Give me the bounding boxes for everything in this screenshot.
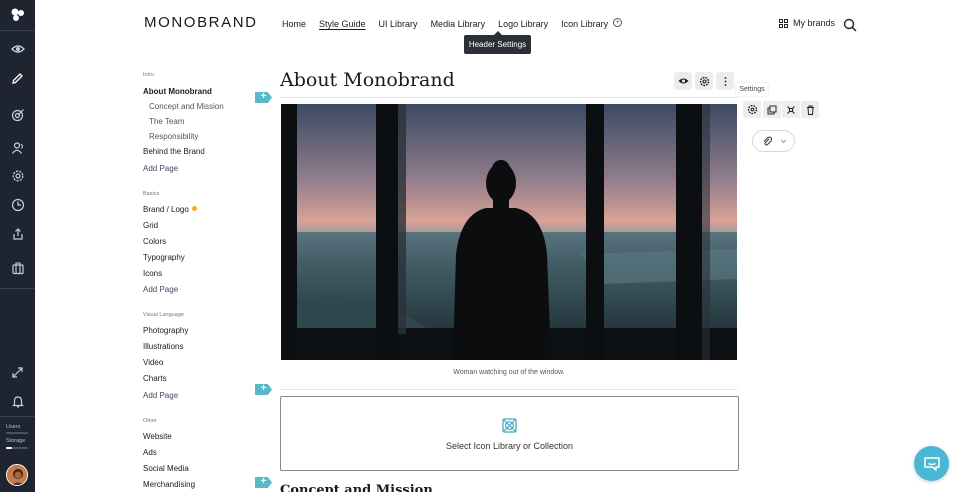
header-settings-tooltip: Header Settings [464, 31, 531, 54]
sidebar-item-icons[interactable]: Icons [143, 269, 162, 278]
sidebar-item-social-media[interactable]: Social Media [143, 464, 189, 473]
pencil-icon[interactable] [0, 67, 35, 89]
section-heading[interactable]: Concept and Mission [280, 483, 433, 492]
main-nav: Home Style Guide UI Library Media Librar… [282, 18, 622, 29]
more-options-button[interactable] [716, 72, 734, 90]
add-page-link[interactable]: Add Page [143, 285, 178, 294]
sidebar-item-typography[interactable]: Typography [143, 253, 185, 262]
section-title-other: Other [143, 418, 157, 424]
settings-tooltip: Settings [736, 83, 768, 96]
nav-home[interactable]: Home [282, 19, 306, 29]
icon-library-block[interactable]: Select Icon Library or Collection [280, 396, 739, 471]
nav-logo-library[interactable]: Logo Library [498, 19, 548, 29]
avatar[interactable] [6, 464, 28, 486]
storage-label: Storage [6, 438, 26, 444]
sidebar-item-brand-logo[interactable]: Brand / Logo [143, 205, 197, 214]
sidebar-item-charts[interactable]: Charts [143, 374, 167, 383]
page-title[interactable]: About Monobrand [280, 69, 455, 91]
sidebar-item-responsibility[interactable]: Responsibility [149, 132, 198, 141]
clock-icon[interactable] [0, 194, 35, 216]
chat-icon [923, 456, 940, 471]
chevron-down-icon [780, 139, 787, 143]
brand-logo-text[interactable]: MONOBRAND [144, 14, 258, 31]
rail-divider [0, 30, 35, 31]
copy-icon [767, 105, 777, 114]
gear-icon[interactable] [0, 165, 35, 187]
sidebar-item-about-monobrand[interactable]: About Monobrand [143, 87, 212, 96]
my-brands-label: My brands [793, 18, 836, 28]
move-button[interactable] [782, 101, 800, 118]
sidebar-item-photography[interactable]: Photography [143, 326, 188, 335]
sidebar-item-behind-the-brand[interactable]: Behind the Brand [143, 147, 205, 156]
sidebar-item-label: Brand / Logo [143, 205, 189, 214]
section-title-visual-language: Visual Language [143, 312, 184, 318]
search-icon[interactable] [843, 18, 857, 32]
add-block-button[interactable]: + [255, 477, 272, 488]
my-brands-button[interactable]: My brands [779, 18, 835, 28]
preview-button[interactable] [674, 72, 692, 90]
trash-icon [806, 105, 814, 115]
target-icon[interactable] [0, 104, 35, 126]
brand-logo-icon[interactable] [0, 4, 35, 26]
hero-image[interactable] [281, 104, 737, 360]
icon-block-label: Select Icon Library or Collection [445, 441, 574, 451]
gear-icon [747, 104, 757, 115]
users-bar [6, 432, 28, 434]
rail-divider [0, 416, 35, 417]
storage-bar [6, 447, 28, 449]
eye-icon [678, 78, 688, 84]
rail-divider [0, 288, 35, 289]
add-page-link[interactable]: Add Page [143, 164, 178, 173]
nav-icon-library[interactable]: Icon Library [561, 19, 608, 29]
image-caption[interactable]: Woman watching out of the window. [281, 369, 737, 376]
section-title-basics: Basics [143, 191, 160, 197]
gear-icon [699, 76, 709, 86]
image-settings-button[interactable] [743, 101, 761, 118]
section-title-intro: Intro [143, 72, 155, 78]
sidebar-item-the-team[interactable]: The Team [149, 117, 184, 126]
grid-icon [779, 18, 788, 28]
divider [280, 389, 738, 390]
add-block-button[interactable]: + [255, 384, 272, 395]
duplicate-button[interactable] [763, 101, 781, 118]
left-rail: Users Storage [0, 0, 35, 492]
more-vertical-icon [724, 76, 726, 86]
bell-icon[interactable] [0, 390, 35, 412]
header-settings-button[interactable] [695, 72, 713, 90]
add-nav-icon[interactable]: + [613, 18, 622, 27]
sidebar-item-merchandising[interactable]: Merchandising [143, 480, 195, 489]
sidebar-item-grid[interactable]: Grid [143, 221, 158, 230]
expand-icon[interactable] [0, 361, 35, 383]
sidebar-item-website[interactable]: Website [143, 432, 172, 441]
sidebar-item-illustrations[interactable]: Illustrations [143, 342, 183, 351]
eye-icon[interactable] [0, 38, 35, 60]
users-label: Users [6, 424, 21, 430]
sidebar-item-colors[interactable]: Colors [143, 237, 166, 246]
add-page-link[interactable]: Add Page [143, 391, 178, 400]
chat-launcher-button[interactable] [914, 446, 949, 481]
attachment-dropdown[interactable] [752, 130, 795, 152]
add-block-button[interactable]: + [255, 92, 272, 103]
users-icon[interactable] [0, 137, 35, 159]
nav-style-guide[interactable]: Style Guide [319, 19, 366, 29]
sidebar-item-ads[interactable]: Ads [143, 448, 157, 457]
paperclip-icon [763, 136, 772, 146]
briefcase-icon[interactable] [0, 257, 35, 279]
icon-library-icon [502, 418, 517, 433]
sidebar-item-concept-and-mission[interactable]: Concept and Mission [149, 102, 224, 111]
nav-media-library[interactable]: Media Library [431, 19, 486, 29]
share-icon[interactable] [0, 223, 35, 245]
delete-button[interactable] [801, 101, 819, 118]
nav-ui-library[interactable]: UI Library [379, 19, 418, 29]
command-icon [787, 105, 795, 114]
status-dot [191, 206, 197, 211]
divider [280, 97, 738, 98]
sidebar-item-video[interactable]: Video [143, 358, 163, 367]
